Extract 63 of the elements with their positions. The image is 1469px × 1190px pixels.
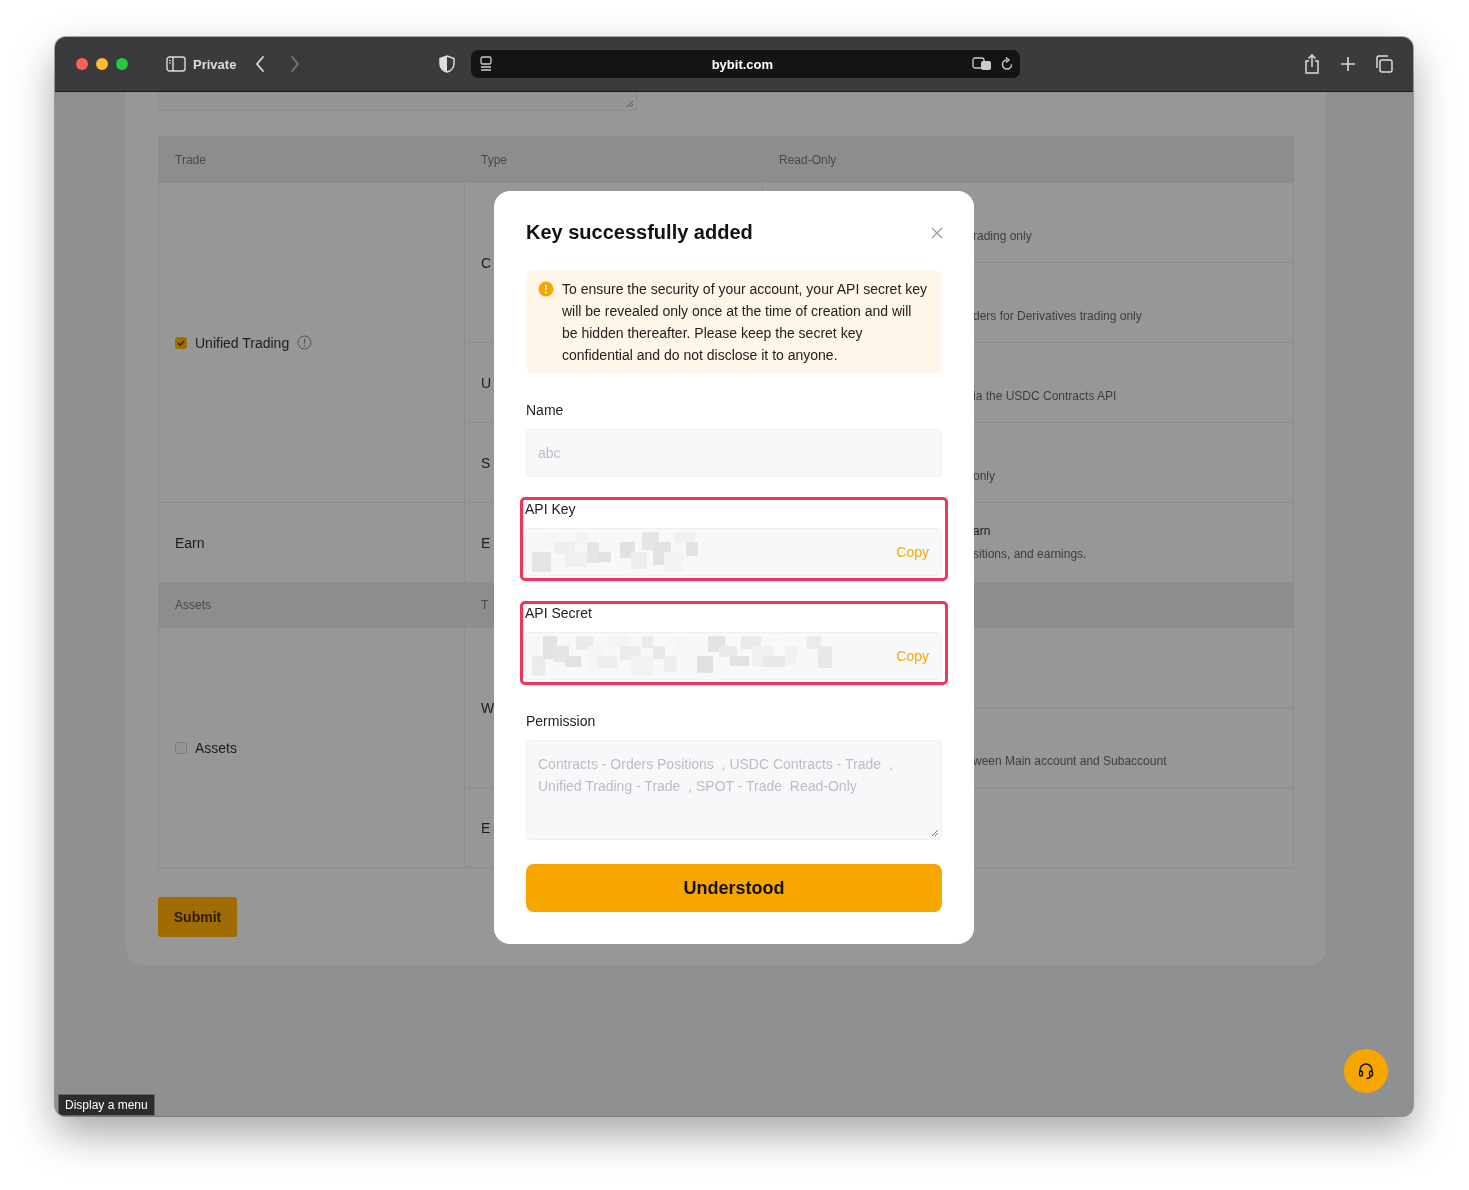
warning-text: To ensure the security of your account, your API secret key will be revealed only once at the time of creation and will be hidden thereafter. Please keep the secret key confidential and do not disclose it to anyone. [562,280,928,365]
category-label: Unified Trading [195,334,290,351]
checkbox[interactable] [175,336,187,349]
type-label: C [481,254,492,271]
textarea-field[interactable] [158,92,637,111]
permission-text: sitions, and earnings. [973,547,1087,561]
field-label: API Key [525,500,577,518]
field-label: API Secret [525,604,593,622]
headset-icon [1357,1062,1375,1080]
permission-value: Contracts - Orders Positions , USDC Contracts - Trade , Unified Trading - Trade , SPOT - Trade Read-Only [538,756,894,794]
address-bar[interactable]: bybit.com [471,50,1021,78]
translate-icon[interactable] [972,57,993,71]
submit-button[interactable]: Submit [158,897,237,937]
name-field[interactable]: abc [526,429,942,477]
resize-grip-icon [931,829,939,837]
warning-icon [538,281,554,297]
column-header: T [480,598,490,612]
url-text: bybit.com [710,56,775,72]
tabs-overview-icon[interactable] [1375,55,1393,73]
column-header: Trade [174,153,207,167]
back-icon[interactable] [254,55,267,73]
reload-icon[interactable] [1000,56,1015,72]
new-tab-icon[interactable] [1340,56,1356,72]
checkbox[interactable] [175,741,187,754]
category-label: Assets [195,739,237,756]
sidebar-icon[interactable] [166,56,186,72]
type-label: W [481,699,495,716]
field-label: Name [526,401,565,419]
type-label: E [481,534,491,551]
secret-field[interactable]: Copy [525,632,942,680]
field-label: Permission [526,712,597,730]
permission-text: only [973,468,995,483]
dialog-title: Key successfully added [526,221,753,244]
close-icon[interactable] [931,226,943,239]
column-header: Type [480,153,508,167]
shield-icon[interactable] [439,55,456,73]
secret-field[interactable]: Copy [525,528,942,576]
category-label: Earn [175,534,205,551]
permission-text: ders for Derivatives trading only [973,308,1142,323]
column-header: Assets [174,598,212,612]
tooltip: Display a menu [58,1094,155,1116]
resize-grip-icon [626,100,634,108]
permission-text: ia the USDC Contracts API [973,388,1117,403]
type-label: U [481,374,492,391]
permission-text: ween Main account and Subaccount [973,753,1167,768]
permission-text: rading only [973,228,1032,243]
close-window-button[interactable] [76,58,88,70]
share-icon[interactable] [1303,54,1321,74]
info-icon[interactable] [297,335,313,350]
permission-field[interactable]: Contracts - Orders Positions , USDC Contracts - Trade , Unified Trading - Trade , SPOT - Trade Read-Only [526,740,942,840]
support-button[interactable] [1344,1049,1388,1093]
type-label: E [481,819,491,836]
column-header: Read-Only [778,153,837,167]
zoom-window-button[interactable] [116,58,128,70]
minimize-window-button[interactable] [96,58,108,70]
private-label: Private [193,56,237,72]
copy-link[interactable]: Copy [896,648,929,664]
understood-button[interactable]: Understood [526,864,942,912]
page-icon [480,56,493,72]
copy-link[interactable]: Copy [896,544,929,560]
type-label: S [481,454,491,471]
forward-icon[interactable] [289,55,302,73]
permission-text: arn [973,524,992,538]
